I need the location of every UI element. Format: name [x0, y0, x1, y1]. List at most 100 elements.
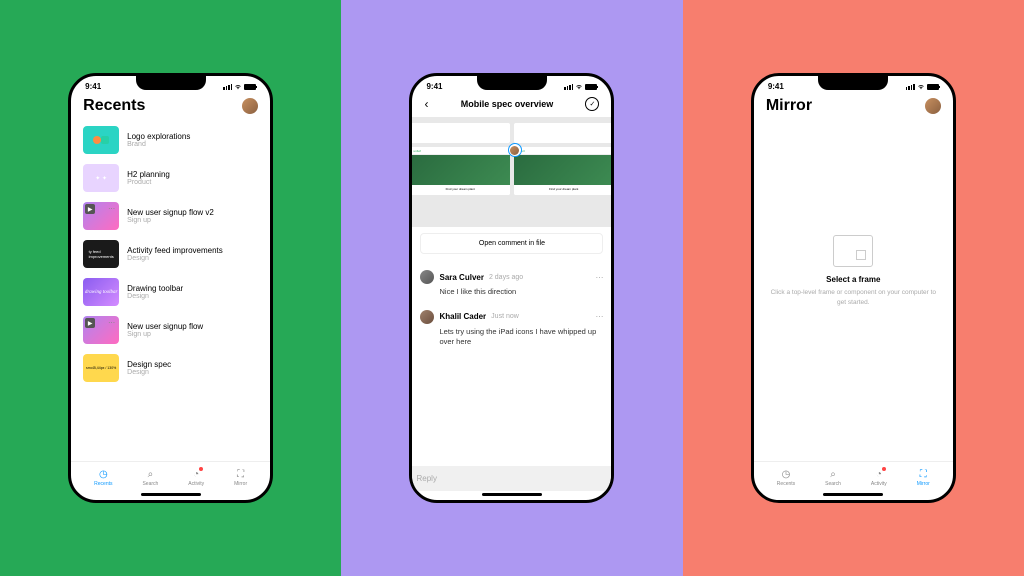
file-subtitle: Design	[127, 293, 258, 300]
multiplayer-cursor-icon	[508, 143, 522, 157]
nav-mirror[interactable]: ⛶Mirror	[917, 468, 930, 487]
file-thumbnail: drawing toolbar	[83, 278, 119, 306]
nav-mirror[interactable]: ⛶Mirror	[234, 468, 247, 487]
panel-mirror: 9:41 Mirror Select a frame Click a top-l…	[683, 0, 1024, 576]
comment-body: Lets try using the iPad icons I have whi…	[420, 327, 603, 348]
file-row[interactable]: Logo explorationsBrand	[79, 121, 262, 159]
file-title: Logo explorations	[127, 132, 258, 141]
nav-search[interactable]: ⌕Search	[142, 468, 158, 487]
canvas-mock: unfurl Find your dream plant	[514, 147, 612, 195]
comment-avatar	[420, 310, 434, 324]
comment-avatar	[420, 270, 434, 284]
home-indicator	[141, 493, 201, 496]
signal-icon	[564, 84, 573, 90]
file-row[interactable]: ▶⋯ New user signup flowSign up	[79, 311, 262, 349]
nav-label: Mirror	[234, 481, 247, 487]
nav-search[interactable]: ⌕Search	[825, 468, 841, 487]
file-subtitle: Sign up	[127, 331, 258, 338]
file-row[interactable]: ▶⋯ New user signup flow v2Sign up	[79, 197, 262, 235]
clock-icon: ◷	[97, 468, 109, 480]
file-title: Design spec	[127, 360, 258, 369]
mock-caption: Find your dream plant	[514, 185, 612, 195]
nav-label: Search	[825, 481, 841, 487]
empty-title: Select a frame	[826, 275, 880, 284]
status-indicators	[564, 83, 597, 91]
file-thumbnail: sm•45,44px / 130%	[83, 354, 119, 382]
nav-activity[interactable]: ◔Activity	[871, 468, 887, 487]
file-row[interactable]: sm•45,44px / 130% Design specDesign	[79, 349, 262, 387]
file-thumbnail	[83, 126, 119, 154]
nav-bar: ◷Recents ⌕Search ◔Activity ⛶Mirror	[71, 461, 270, 491]
page-title: Mobile spec overview	[428, 99, 585, 109]
notch	[818, 76, 888, 90]
empty-subtitle: Click a top-level frame or component on …	[770, 288, 937, 306]
header: ‹ Mobile spec overview ✓	[412, 93, 611, 117]
nav-label: Activity	[188, 481, 204, 487]
signal-icon	[223, 84, 232, 90]
battery-icon	[244, 84, 256, 90]
canvas-mock: unfurl Find your dream plant	[412, 147, 510, 195]
notch	[477, 76, 547, 90]
nav-recents[interactable]: ◷Recents	[777, 468, 795, 487]
phone-frame-spec: 9:41 ‹ Mobile spec overview ✓ unf	[409, 73, 614, 503]
comment-author: Sara Culver	[439, 273, 483, 282]
more-icon[interactable]: ⋯	[595, 273, 603, 282]
battery-icon	[927, 84, 939, 90]
file-row[interactable]: ✦ ✦ H2 planningProduct	[79, 159, 262, 197]
file-row[interactable]: drawing toolbar Drawing toolbarDesign	[79, 273, 262, 311]
nav-label: Activity	[871, 481, 887, 487]
mirror-icon: ⛶	[917, 468, 929, 480]
play-icon: ▶	[85, 204, 95, 214]
comment: Sara Culver 2 days ago ⋯ Nice I like thi…	[420, 264, 603, 304]
battery-icon	[585, 84, 597, 90]
mirror-icon: ⛶	[235, 468, 247, 480]
file-thumbnail: ty feedimprovements	[83, 240, 119, 268]
more-icon: ⋯	[108, 205, 115, 213]
frame-placeholder-icon	[833, 235, 873, 267]
nav-label: Search	[142, 481, 158, 487]
resolve-icon[interactable]: ✓	[585, 97, 599, 111]
file-row[interactable]: ty feedimprovements Activity feed improv…	[79, 235, 262, 273]
spec-content: unfurl Find your dream plant unfurl Find…	[412, 117, 611, 491]
phone-frame-recents: 9:41 Recents Logo explorationsBrand ✦ ✦ …	[68, 73, 273, 503]
file-title: New user signup flow v2	[127, 208, 258, 217]
comment: Khalil Cader Just now ⋯ Lets try using t…	[420, 304, 603, 354]
comment-body: Nice I like this direction	[420, 287, 603, 298]
nav-label: Mirror	[917, 481, 930, 487]
file-subtitle: Product	[127, 179, 258, 186]
file-subtitle: Brand	[127, 141, 258, 148]
avatar[interactable]	[242, 98, 258, 114]
notch	[136, 76, 206, 90]
comment-time: Just now	[491, 313, 519, 320]
canvas-preview[interactable]: unfurl Find your dream plant unfurl Find…	[412, 117, 611, 227]
home-indicator	[482, 493, 542, 496]
file-subtitle: Design	[127, 255, 258, 262]
nav-recents[interactable]: ◷Recents	[94, 468, 112, 487]
file-thumbnail: ▶⋯	[83, 202, 119, 230]
canvas-frame	[514, 123, 612, 143]
home-indicator	[823, 493, 883, 496]
empty-state: Select a frame Click a top-level frame o…	[754, 81, 953, 461]
bell-icon: ◔	[190, 468, 202, 480]
notification-badge	[199, 467, 203, 471]
more-icon[interactable]: ⋯	[595, 312, 603, 321]
status-time: 9:41	[426, 82, 442, 91]
search-icon: ⌕	[827, 468, 839, 480]
file-title: H2 planning	[127, 170, 258, 179]
search-icon: ⌕	[144, 468, 156, 480]
file-subtitle: Sign up	[127, 217, 258, 224]
reply-input[interactable]: Reply	[412, 466, 611, 491]
open-comment-button[interactable]: Open comment in file	[420, 233, 603, 254]
comment-time: 2 days ago	[489, 274, 523, 281]
mock-caption: Find your dream plant	[412, 185, 510, 195]
more-icon: ⋯	[108, 319, 115, 327]
file-thumbnail: ▶⋯	[83, 316, 119, 344]
phone-frame-mirror: 9:41 Mirror Select a frame Click a top-l…	[751, 73, 956, 503]
nav-bar: ◷Recents ⌕Search ◔Activity ⛶Mirror	[754, 461, 953, 491]
page-title: Recents	[83, 97, 145, 115]
file-title: Activity feed improvements	[127, 246, 258, 255]
panel-spec: 9:41 ‹ Mobile spec overview ✓ unf	[341, 0, 682, 576]
comments-list: Sara Culver 2 days ago ⋯ Nice I like thi…	[412, 260, 611, 358]
file-subtitle: Design	[127, 369, 258, 376]
nav-activity[interactable]: ◔Activity	[188, 468, 204, 487]
